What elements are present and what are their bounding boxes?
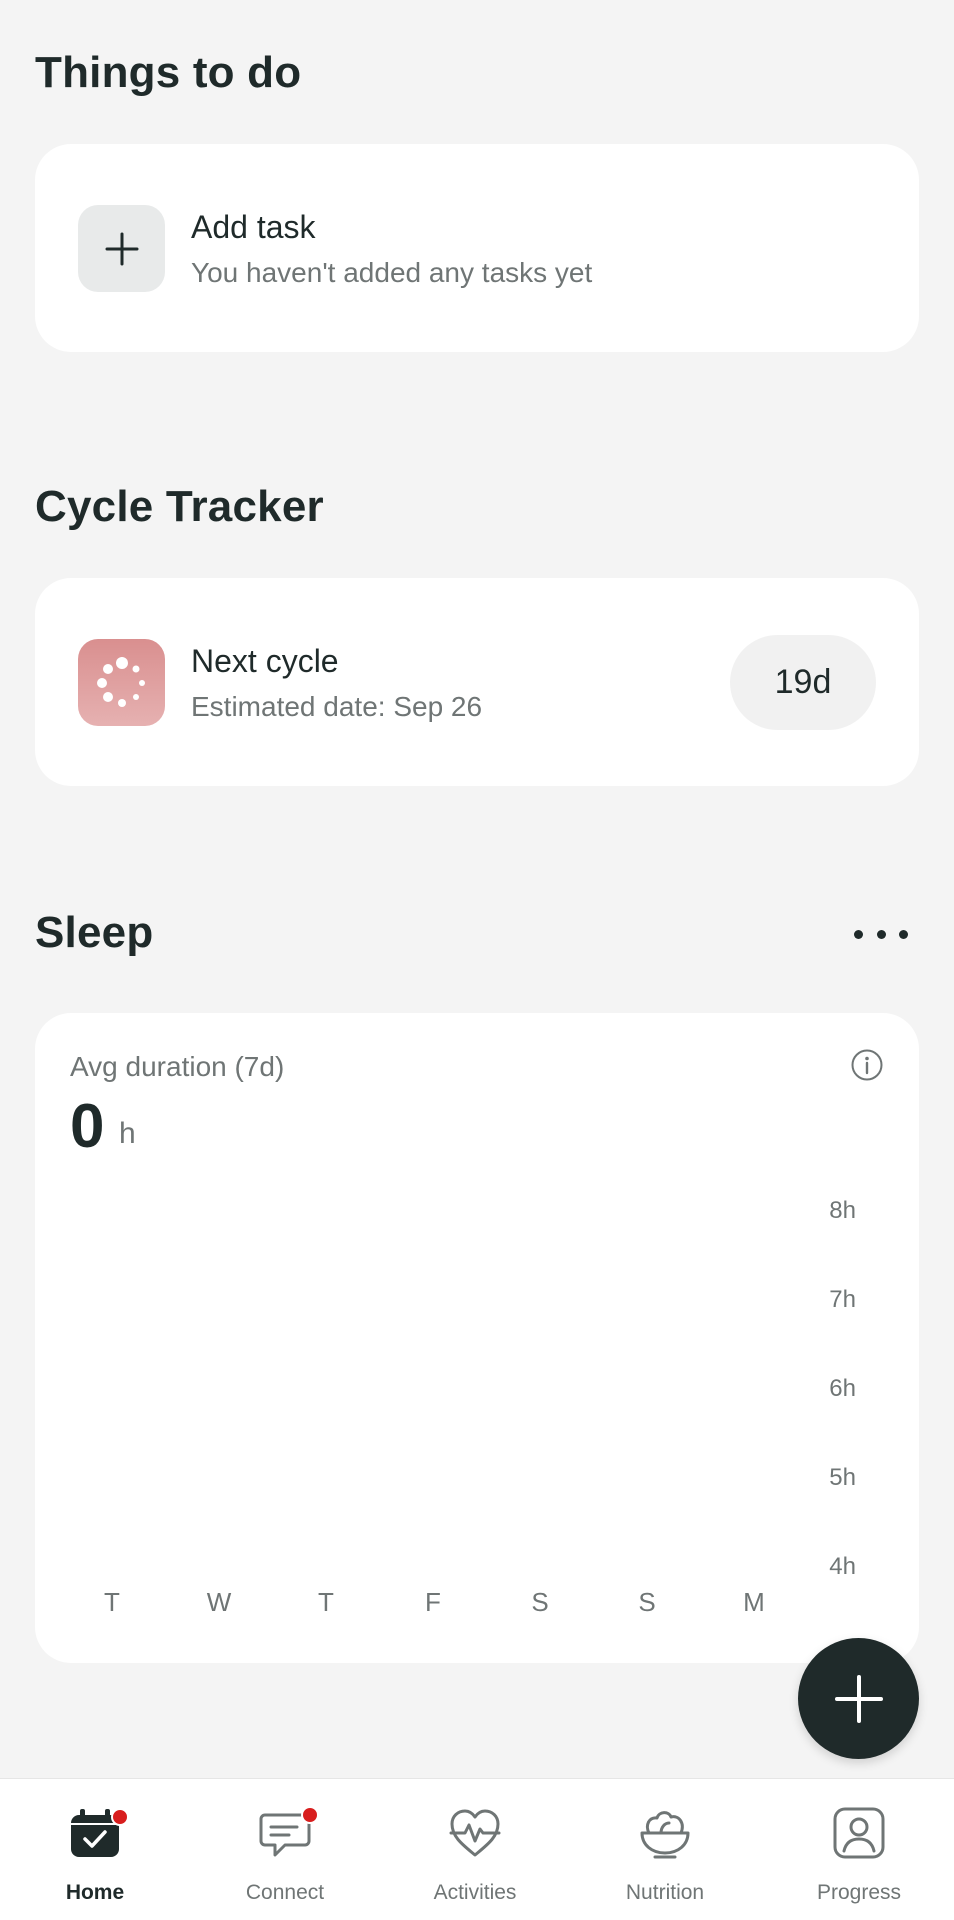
add-task-subtitle: You haven't added any tasks yet [191, 257, 593, 288]
avg-duration-unit: h [119, 1117, 136, 1150]
cycle-icon-box [78, 639, 165, 726]
day-label: F [425, 1587, 441, 1617]
add-fab-button[interactable] [798, 1638, 919, 1759]
y-tick-label: 5h [829, 1464, 856, 1491]
cycle-tracker-title: Cycle Tracker [35, 482, 324, 531]
day-label: M [743, 1587, 765, 1617]
nav-item-activities[interactable]: Activities [380, 1779, 570, 1920]
things-to-do-title: Things to do [35, 48, 302, 97]
y-tick-label: 7h [829, 1286, 856, 1313]
add-task-title: Add task [191, 209, 316, 245]
nav-item-home[interactable]: Home [0, 1779, 190, 1920]
y-tick-label: 6h [829, 1375, 856, 1402]
nav-label-progress: Progress [816, 1881, 902, 1904]
nav-item-progress[interactable]: Progress [764, 1779, 954, 1920]
avg-duration-label: Avg duration (7d) [70, 1051, 285, 1082]
sleep-more-button[interactable] [854, 922, 908, 946]
nav-label-activities: Activities [433, 1881, 517, 1904]
more-dot-icon [899, 929, 908, 939]
cycle-dots-icon [96, 656, 145, 707]
add-task-icon-box[interactable] [78, 205, 165, 292]
notification-badge [301, 1806, 319, 1824]
y-tick-label: 8h [829, 1197, 856, 1224]
day-label: W [206, 1587, 232, 1617]
nav-item-connect[interactable]: Connect [190, 1779, 380, 1920]
nav-label-connect: Connect [245, 1881, 325, 1904]
avg-duration-value: 0 [70, 1092, 105, 1161]
day-label: S [638, 1587, 656, 1617]
profile-icon [833, 1807, 885, 1859]
nav-label-home: Home [65, 1881, 125, 1904]
sleep-title: Sleep [35, 908, 154, 957]
add-task-card[interactable]: Add task You haven't added any tasks yet [35, 144, 919, 352]
more-dot-icon [854, 929, 863, 939]
days-left-pill: 19d [730, 635, 876, 730]
day-label: T [318, 1587, 334, 1617]
notification-badge [111, 1808, 129, 1826]
heart-pulse-icon [449, 1809, 501, 1857]
more-dot-icon [876, 929, 886, 939]
bottom-nav: Home Connect Activities Nutrition Progre… [0, 1778, 954, 1920]
next-cycle-date: Estimated date: Sep 26 [191, 691, 483, 722]
nav-label-nutrition: Nutrition [625, 1881, 705, 1904]
sleep-card[interactable]: Avg duration (7d) 0 h 8h 7h 6h 5h 4h T W… [35, 1013, 919, 1663]
nav-item-nutrition[interactable]: Nutrition [570, 1779, 760, 1920]
salad-bowl-icon [640, 1811, 690, 1859]
next-cycle-title: Next cycle [191, 643, 339, 679]
next-cycle-card[interactable]: Next cycle Estimated date: Sep 26 19d [35, 578, 919, 786]
plus-icon [834, 1674, 883, 1723]
y-tick-label: 4h [829, 1553, 856, 1580]
day-label: S [531, 1587, 549, 1617]
day-label: T [104, 1587, 120, 1617]
plus-icon [105, 232, 138, 265]
info-icon[interactable] [850, 1048, 884, 1082]
